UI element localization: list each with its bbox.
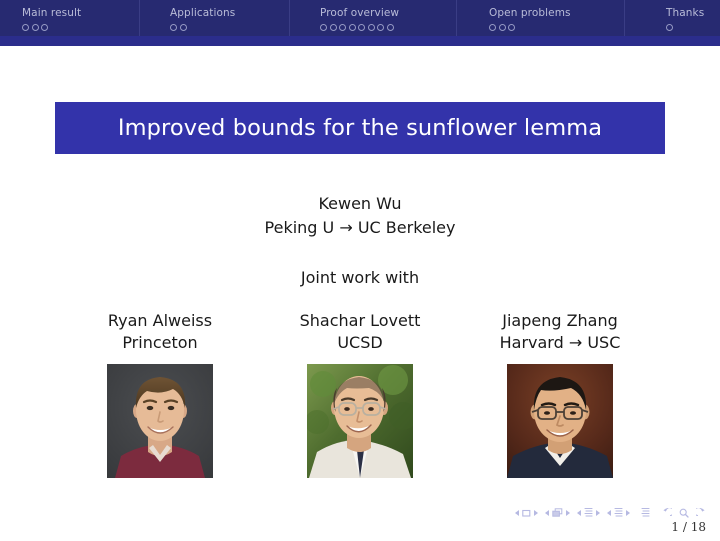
nav-divider bbox=[289, 0, 290, 36]
nav-slide-dot[interactable] bbox=[489, 24, 496, 31]
joint-work-label: Joint work with bbox=[300, 268, 420, 287]
nav-section-slide-dots[interactable] bbox=[320, 22, 399, 35]
nav-slide-dot[interactable] bbox=[666, 24, 673, 31]
nav-slide-dot[interactable] bbox=[329, 24, 337, 31]
nav-slide-dot[interactable] bbox=[348, 24, 356, 31]
nav-section-slide-dots[interactable] bbox=[489, 22, 571, 35]
presentation-icon[interactable] bbox=[641, 503, 650, 522]
nav-section-label: Proof overview bbox=[320, 7, 400, 19]
navigation-header: Main result Applications Proof overview … bbox=[0, 0, 720, 36]
nav-section-label: Main result bbox=[22, 7, 82, 19]
nav-section-slide-dots[interactable] bbox=[22, 22, 81, 35]
beamer-slide: Main result Applications Proof overview … bbox=[0, 0, 720, 541]
nav-section-main-result[interactable]: Main result bbox=[22, 7, 81, 35]
nav-section-label: Thanks bbox=[666, 7, 705, 19]
nav-slide-dot[interactable] bbox=[41, 24, 48, 31]
nav-slide-dot[interactable] bbox=[498, 24, 506, 31]
nav-slide-dot[interactable] bbox=[358, 24, 365, 31]
collaborator-affiliation: Princeton bbox=[122, 333, 198, 352]
collaborator-photo-shachar-lovett bbox=[307, 364, 413, 478]
collaborator-name: Shachar Lovett bbox=[299, 311, 421, 330]
page-number: 1 / 18 bbox=[671, 520, 706, 534]
collaborator-photo-jiapeng-zhang bbox=[507, 364, 613, 478]
nav-slide-dot[interactable] bbox=[31, 24, 39, 31]
previous-slide-icon[interactable] bbox=[515, 509, 519, 516]
nav-section-label: Applications bbox=[170, 7, 236, 19]
author-name: Kewen Wu bbox=[318, 194, 402, 213]
slide-nav-group[interactable] bbox=[515, 503, 538, 522]
nav-section-slide-dots[interactable] bbox=[170, 22, 235, 35]
collaborator-name: Jiapeng Zhang bbox=[502, 311, 618, 330]
nav-section-open-problems[interactable]: Open problems bbox=[489, 7, 571, 35]
next-slide-icon[interactable] bbox=[534, 509, 538, 516]
subsection-nav-group[interactable] bbox=[577, 503, 600, 522]
frame-nav-group[interactable] bbox=[545, 503, 570, 522]
previous-section-icon[interactable] bbox=[607, 509, 611, 516]
author-block: Kewen Wu Peking U → UC Berkeley bbox=[0, 192, 720, 240]
nav-slide-dot[interactable] bbox=[320, 24, 327, 31]
collaborator-ryan-alweiss: Ryan Alweiss Princeton bbox=[60, 310, 260, 478]
nav-divider bbox=[624, 0, 625, 36]
collaborator-row: Ryan Alweiss Princeton Shachar Lovett UC… bbox=[60, 310, 660, 478]
nav-slide-dot[interactable] bbox=[386, 24, 394, 31]
nav-slide-dot[interactable] bbox=[508, 24, 515, 31]
previous-frame-icon[interactable] bbox=[545, 509, 549, 516]
navigation-subbar bbox=[0, 36, 720, 46]
nav-slide-dot[interactable] bbox=[22, 24, 29, 31]
collaborator-shachar-lovett: Shachar Lovett UCSD bbox=[260, 310, 460, 478]
nav-slide-dot[interactable] bbox=[339, 24, 346, 31]
slide-icon[interactable] bbox=[522, 503, 531, 522]
section-icon[interactable] bbox=[614, 503, 623, 522]
nav-section-slide-dots[interactable] bbox=[666, 22, 704, 35]
next-subsection-icon[interactable] bbox=[596, 509, 600, 516]
nav-section-proof-overview[interactable]: Proof overview bbox=[320, 7, 399, 35]
nav-section-applications[interactable]: Applications bbox=[170, 7, 235, 35]
collaborator-affiliation: UCSD bbox=[337, 333, 383, 352]
next-frame-icon[interactable] bbox=[566, 509, 570, 516]
nav-section-label: Open problems bbox=[489, 7, 571, 19]
previous-subsection-icon[interactable] bbox=[577, 509, 581, 516]
subsection-icon[interactable] bbox=[584, 503, 593, 522]
section-nav-group[interactable] bbox=[607, 503, 630, 522]
page-title: Improved bounds for the sunflower lemma bbox=[117, 115, 603, 141]
nav-divider bbox=[456, 0, 457, 36]
nav-slide-dot[interactable] bbox=[170, 24, 177, 31]
author-affiliation: Peking U → UC Berkeley bbox=[264, 218, 456, 237]
collaborator-jiapeng-zhang: Jiapeng Zhang Harvard → USC bbox=[460, 310, 660, 478]
nav-slide-dot[interactable] bbox=[367, 24, 375, 31]
collaborator-name: Ryan Alweiss bbox=[107, 311, 213, 330]
title-box: Improved bounds for the sunflower lemma bbox=[55, 102, 665, 154]
nav-section-thanks[interactable]: Thanks bbox=[666, 7, 704, 35]
collaborator-affiliation: Harvard → USC bbox=[499, 333, 621, 352]
nav-slide-dot[interactable] bbox=[179, 24, 187, 31]
next-section-icon[interactable] bbox=[626, 509, 630, 516]
frame-icon[interactable] bbox=[552, 503, 563, 522]
nav-slide-dot[interactable] bbox=[377, 24, 384, 31]
collaborator-photo-ryan-alweiss bbox=[107, 364, 213, 478]
nav-divider bbox=[139, 0, 140, 36]
